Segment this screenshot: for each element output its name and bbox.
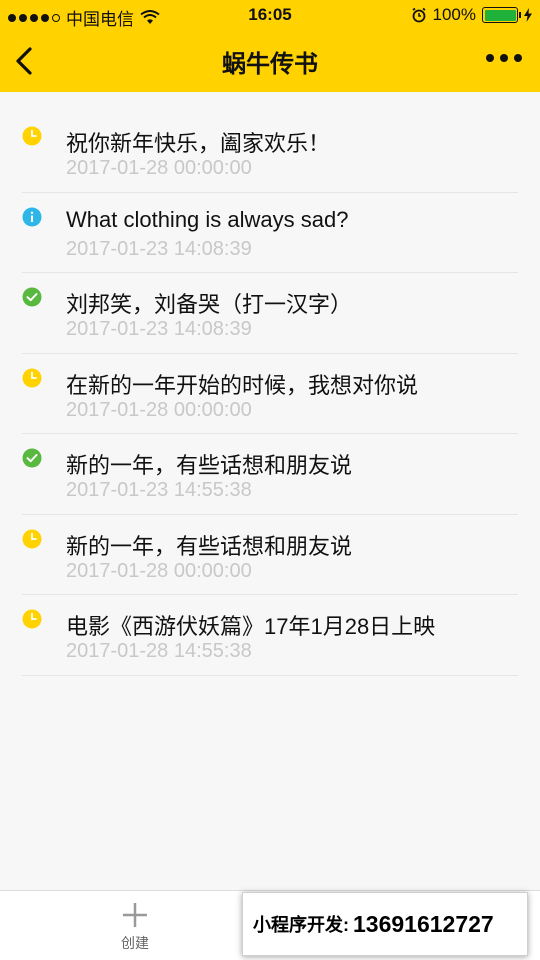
item-title: 在新的一年开始的时候，我想对你说 [66,372,419,398]
list-item[interactable]: 在新的一年开始的时候，我想对你说 2017-01-28 00:00:00 [22,354,518,434]
list-item[interactable]: 新的一年，有些话想和朋友说 2017-01-28 00:00:00 [22,515,518,595]
item-title: 新的一年，有些话想和朋友说 [66,453,353,478]
item-title: 刘邦笑，刘备哭（打一汉字） [66,292,353,317]
item-time: 2017-01-28 14:55:38 [66,640,252,662]
item-time: 2017-01-23 14:08:39 [66,237,252,260]
tab-create[interactable]: 创建 [100,901,170,959]
tab-create-label: 创建 [121,935,149,951]
plus-icon [123,903,147,927]
message-list: 祝你新年快乐，阖家欢乐！ 2017-01-28 00:00:00 What clot… [0,112,540,676]
item-time: 2017-01-23 14:08:39 [66,318,252,340]
status-right: 100% [411,5,532,25]
item-title: 祝你新年快乐，阖家欢乐！ [66,131,331,156]
clock-icon [22,126,42,146]
battery-percent: 100% [432,5,476,24]
check-icon [22,448,42,468]
clock-icon [22,529,42,549]
list-item[interactable]: 刘邦笑，刘备哭（打一汉字） 2017-01-23 14:08:39 [22,273,518,354]
promo-banner: 小程序开发: 13691612727 [242,892,528,956]
clock-icon [22,368,42,388]
battery-icon [482,7,521,23]
battery-fill [484,9,516,21]
item-time: 2017-01-28 00:00:00 [66,398,252,421]
charging-icon [524,8,532,22]
list-item[interactable]: What clothing is always sad? 2017-01-23 1… [22,193,518,273]
list-item[interactable]: 新的一年，有些话想和朋友说 2017-01-23 14:55:38 [22,434,518,515]
item-title: What clothing is always sad? [66,206,349,232]
item-time: 2017-01-28 00:00:00 [66,559,252,582]
alarm-icon [411,7,426,23]
item-title: 新的一年，有些话想和朋友说 [66,533,353,559]
check-icon [22,287,42,307]
list-item[interactable]: 电影《西游伏妖篇》17年1月28日上映 2017-01-28 14:55:38 [22,595,518,676]
status-bar: 中国电信 16:05 100% [0,0,540,30]
promo-phone: 13691612727 [353,910,494,937]
info-icon [22,207,42,227]
item-time: 2017-01-28 00:00:00 [66,157,252,179]
item-title: 电影《西游伏妖篇》17年1月28日上映 [66,614,436,639]
page-title: 蜗牛传书 [222,51,318,78]
more-dots-icon [486,54,494,62]
more-button[interactable] [486,54,522,62]
promo-label: 小程序开发: [253,915,349,935]
nav-bar: 蜗牛传书 [0,30,540,92]
list-item[interactable]: 祝你新年快乐，阖家欢乐！ 2017-01-28 00:00:00 [22,112,518,193]
clock-icon [22,609,42,629]
item-time: 2017-01-23 14:55:38 [66,479,252,501]
